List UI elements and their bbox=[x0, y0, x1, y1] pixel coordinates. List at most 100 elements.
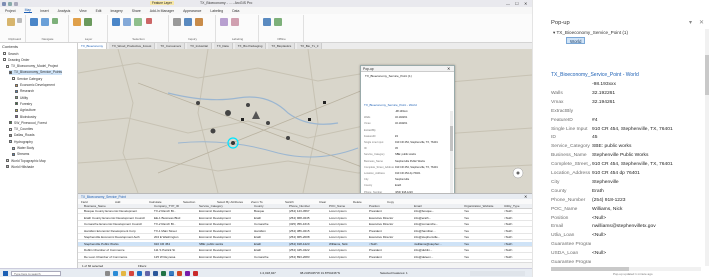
table-row[interactable]: Stephenville Economic Development Auth 20… bbox=[78, 235, 532, 240]
horizontal-scroll-thumb[interactable] bbox=[551, 267, 629, 271]
table-toolbar-button[interactable]: Add bbox=[115, 200, 120, 204]
close-icon[interactable]: ✕ bbox=[447, 66, 450, 71]
table-toolbar-button[interactable]: Copy bbox=[387, 200, 394, 204]
ribbon-tab-imagery[interactable]: Imagery bbox=[109, 9, 123, 13]
contents-item[interactable]: Service Category bbox=[12, 76, 42, 81]
zoom-full-icon[interactable] bbox=[52, 18, 58, 24]
basemap-icon[interactable] bbox=[84, 18, 92, 26]
ribbon-tab-insert[interactable]: Insert bbox=[39, 9, 49, 13]
ribbon-tab-project[interactable]: Project bbox=[4, 9, 17, 13]
table-row[interactable]: Erath County Economic Development Counci… bbox=[78, 216, 532, 221]
table-toolbar-button[interactable]: Delete bbox=[353, 200, 362, 204]
close-icon[interactable]: ✕ bbox=[699, 19, 704, 26]
contents-item[interactable]: SW_Pinewood_Forest bbox=[9, 120, 47, 125]
map-tab[interactable]: TX_Consumers bbox=[157, 43, 186, 49]
vertical-scroll-thumb[interactable] bbox=[705, 55, 709, 95]
table-row[interactable]: Stephenville Public Works 910 CR 454 SBE: … bbox=[78, 241, 532, 247]
contents-item[interactable]: Streams bbox=[12, 152, 29, 157]
acrobat-icon[interactable] bbox=[193, 271, 198, 276]
ribbon-tab-share[interactable]: Share bbox=[131, 9, 142, 13]
table-row[interactable]: Comanche Economic Development Council TX-… bbox=[78, 222, 532, 227]
selected-feature-chip[interactable]: World bbox=[566, 37, 586, 44]
close-button[interactable]: ✕ bbox=[524, 1, 527, 6]
maximize-button[interactable]: ☐ bbox=[515, 1, 519, 6]
arcgis-pro-icon[interactable] bbox=[169, 271, 174, 276]
select-icon[interactable] bbox=[112, 18, 120, 26]
contents-item[interactable]: TX_Bioeconomy_Model_Project bbox=[6, 64, 58, 69]
windows-start-icon[interactable] bbox=[3, 271, 8, 276]
onenote-icon[interactable] bbox=[185, 271, 190, 276]
table-toolbar-button[interactable]: Clear bbox=[319, 200, 326, 204]
file-explorer-icon[interactable] bbox=[121, 271, 126, 276]
clear-selection-icon[interactable] bbox=[146, 18, 152, 24]
taskbar-search-input[interactable]: Type here to search bbox=[11, 271, 61, 276]
paste-icon[interactable] bbox=[7, 18, 15, 26]
ribbon-tab-map[interactable]: Map bbox=[23, 8, 33, 13]
contents-item[interactable]: World Hillshade bbox=[6, 164, 34, 169]
task-view-icon[interactable] bbox=[105, 271, 110, 276]
map-tab[interactable]: TX_Bioeconomy bbox=[78, 43, 108, 49]
table-toolbar-button[interactable]: Zoom To bbox=[251, 200, 263, 204]
contents-search-input[interactable]: Search bbox=[3, 51, 18, 56]
pin-icon[interactable]: ▾ bbox=[689, 19, 692, 26]
table-toolbar-button[interactable]: Select By Attributes bbox=[217, 200, 243, 204]
map-tab[interactable]: TX_Bio Packaging bbox=[234, 43, 267, 49]
contents-item[interactable]: Dallas_Roads bbox=[9, 133, 35, 138]
ribbon-tab-edit[interactable]: Edit bbox=[95, 9, 103, 13]
map-tab[interactable]: TX_Wood_Productive_Forest bbox=[109, 43, 156, 49]
select-by-attributes-icon[interactable] bbox=[123, 18, 131, 26]
map-tab[interactable]: TX_Bioplastics bbox=[268, 43, 296, 49]
contents-item[interactable]: Utility bbox=[15, 95, 28, 100]
map-canvas[interactable] bbox=[78, 43, 532, 193]
teams-icon[interactable] bbox=[145, 271, 150, 276]
ribbon-tab-view[interactable]: View bbox=[78, 9, 87, 13]
contents-item[interactable]: Agriculture bbox=[15, 108, 36, 113]
word-icon[interactable] bbox=[153, 271, 158, 276]
contents-item[interactable]: Research bbox=[15, 89, 34, 94]
table-row[interactable]: De Leon Chamber of Commerce 125 W Reynosa… bbox=[78, 255, 532, 260]
popup-feature-node[interactable]: TX_Bioeconomy_Service_Point (1) bbox=[365, 74, 412, 78]
table-toolbar-button[interactable]: Switch bbox=[285, 200, 294, 204]
contents-item[interactable]: World Topographic Map bbox=[6, 158, 46, 163]
select-by-location-icon[interactable] bbox=[134, 18, 142, 26]
contents-item[interactable]: TX_Bioeconomy_Service_Points bbox=[9, 69, 63, 75]
sync-icon[interactable] bbox=[274, 18, 282, 26]
pause-labels-icon[interactable] bbox=[220, 18, 228, 26]
table-row[interactable]: Dublin Chamber of Commerce 111 S Patrick … bbox=[78, 248, 532, 253]
ribbon-tab-labeling[interactable]: Labeling bbox=[209, 9, 224, 13]
map-nav-controls[interactable] bbox=[512, 167, 524, 179]
bookmarks-icon[interactable] bbox=[41, 18, 49, 26]
contents-item[interactable]: TX_Counties bbox=[9, 127, 33, 132]
explore-icon[interactable] bbox=[30, 18, 38, 26]
table-toolbar-button[interactable]: Field bbox=[81, 200, 88, 204]
more-labels-icon[interactable] bbox=[231, 18, 239, 26]
popup-feature-node[interactable]: ▾ TX_Bioeconomy_Service_Point (1) bbox=[553, 30, 628, 36]
map-tab[interactable]: TX_Industrial bbox=[187, 43, 212, 49]
minimize-button[interactable]: — bbox=[506, 1, 510, 6]
table-toolbar-button[interactable]: Selection bbox=[183, 200, 195, 204]
contents-item[interactable]: Economic Development bbox=[15, 83, 55, 88]
map-tab[interactable]: TX_Data bbox=[213, 43, 233, 49]
contents-item[interactable]: Forestry bbox=[15, 101, 32, 106]
ribbon-tab-add-in-manager[interactable]: Add-In Manager bbox=[149, 9, 175, 13]
contents-item[interactable]: Drawing Order bbox=[3, 57, 29, 62]
table-toolbar-button[interactable]: Calculate bbox=[149, 200, 162, 204]
contents-item[interactable]: Hydrography bbox=[9, 139, 33, 144]
map-view[interactable] bbox=[78, 43, 532, 193]
outlook-icon[interactable] bbox=[137, 271, 142, 276]
table-row[interactable]: Bosque County Economic Development TX-2 R… bbox=[78, 209, 532, 214]
add-data-icon[interactable] bbox=[73, 18, 81, 26]
map-scale[interactable]: 1:2,018,947 bbox=[260, 271, 276, 275]
ribbon-tab-analysis[interactable]: Analysis bbox=[57, 9, 72, 13]
download-map-icon[interactable] bbox=[263, 18, 271, 26]
save-icon[interactable] bbox=[8, 1, 12, 6]
table-tab-title[interactable]: TX_Bioeconomy_Service_Point bbox=[81, 195, 126, 199]
locate-icon[interactable] bbox=[184, 18, 192, 26]
excel-icon[interactable] bbox=[161, 271, 166, 276]
chrome-icon[interactable] bbox=[129, 271, 134, 276]
contents-item[interactable]: Bioindustry bbox=[15, 114, 36, 119]
powerpoint-icon[interactable] bbox=[177, 271, 182, 276]
map-tab[interactable]: TX_Bio_Tx_3 bbox=[297, 43, 323, 49]
ribbon-tab-data[interactable]: Data bbox=[231, 9, 240, 13]
infographics-icon[interactable] bbox=[195, 18, 203, 26]
